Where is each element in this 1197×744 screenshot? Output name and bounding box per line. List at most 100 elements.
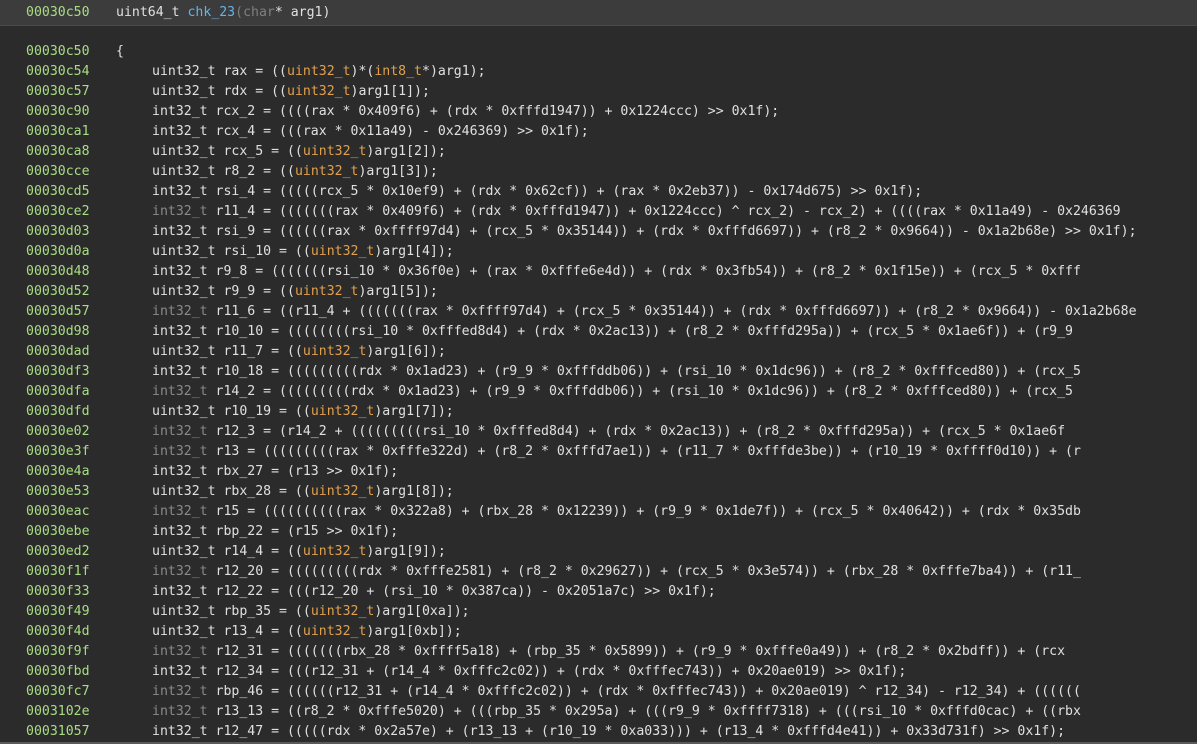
code-line[interactable]: 00030d48 int32_t r9_8 = (((((((rsi_10 * 0… — [0, 262, 1197, 282]
code-text[interactable]: int32_t r12_34 = (((r12_31 + (r14_4 * 0x… — [152, 662, 906, 682]
statement[interactable]: rbp_35 = ((uint32_t)arg1[0xa]); — [216, 604, 469, 619]
code-line[interactable]: 00030e4a int32_t rbx_27 = (r13 >> 0x1f); — [0, 462, 1197, 482]
statement[interactable]: r11_7 = ((uint32_t)arg1[6]); — [216, 344, 445, 359]
code-line[interactable]: 00030ed2 uint32_t r14_4 = ((uint32_t)arg1… — [0, 542, 1197, 562]
line-address[interactable]: 00030dfa — [26, 382, 90, 402]
line-address[interactable]: 00030ebe — [26, 522, 90, 542]
line-address[interactable]: 00030eac — [26, 502, 90, 522]
statement[interactable]: r12_31 = (((((((rbx_28 * 0xffff5a18) + (… — [208, 644, 1066, 659]
code-text[interactable]: int32_t rbp_46 = ((((((r12_31 + (r14_4 *… — [152, 682, 1081, 702]
code-text[interactable]: uint32_t r13_4 = ((uint32_t)arg1[0xb]); — [152, 622, 462, 642]
statement[interactable]: rdx = ((uint32_t)arg1[1]); — [216, 84, 429, 99]
code-text[interactable]: int32_t r9_8 = (((((((rsi_10 * 0x36f0e) … — [152, 262, 1081, 282]
code-text[interactable]: uint32_t r14_4 = ((uint32_t)arg1[9]); — [152, 542, 446, 562]
code-line[interactable]: 00030c90 int32_t rcx_2 = ((((rax * 0x409f… — [0, 102, 1197, 122]
code-line[interactable]: 00030f1f int32_t r12_20 = (((((((((rdx * … — [0, 562, 1197, 582]
code-line[interactable]: 00030f4d uint32_t r13_4 = ((uint32_t)arg1… — [0, 622, 1197, 642]
code-line[interactable]: 00030ca8 uint32_t rcx_5 = ((uint32_t)arg1… — [0, 142, 1197, 162]
code-line[interactable]: 00030dad uint32_t r11_7 = ((uint32_t)arg1… — [0, 342, 1197, 362]
line-address[interactable]: 00030ca1 — [26, 122, 90, 142]
code-line[interactable]: 00030c57 uint32_t rdx = ((uint32_t)arg1[1… — [0, 82, 1197, 102]
statement[interactable]: rcx_5 = ((uint32_t)arg1[2]); — [216, 144, 445, 159]
line-address[interactable]: 00030e3f — [26, 442, 90, 462]
code-line[interactable]: 00030fc7 int32_t rbp_46 = ((((((r12_31 + … — [0, 682, 1197, 702]
code-line[interactable]: 00030dfd uint32_t r10_19 = ((uint32_t)arg… — [0, 402, 1197, 422]
statement[interactable]: rsi_10 = ((uint32_t)arg1[4]); — [216, 244, 453, 259]
statement[interactable]: rcx_2 = ((((rax * 0x409f6) + (rdx * 0xff… — [208, 104, 780, 119]
code-line[interactable]: 00030c54 uint32_t rax = ((uint32_t)*(int8… — [0, 62, 1197, 82]
statement[interactable]: r12_22 = (((r12_20 + (rsi_10 * 0x387ca))… — [208, 584, 716, 599]
statement[interactable]: r10_18 = (((((((((rdx * 0x1ad23) + (r9_9… — [208, 364, 1081, 379]
statement[interactable]: r14_2 = (((((((((rdx * 0x1ad23) + (r9_9 … — [208, 384, 1073, 399]
line-address[interactable]: 00030c57 — [26, 82, 90, 102]
statement[interactable]: r10_19 = ((uint32_t)arg1[7]); — [216, 404, 453, 419]
line-address[interactable]: 00030ce2 — [26, 202, 90, 222]
code-text[interactable]: int32_t r11_6 = ((r11_4 + (((((((rax * 0… — [152, 302, 1137, 322]
code-line[interactable]: 00030c50 { — [0, 42, 1197, 62]
line-address[interactable]: 00030dad — [26, 342, 90, 362]
code-line[interactable]: 00030fbd int32_t r12_34 = (((r12_31 + (r1… — [0, 662, 1197, 682]
line-address[interactable]: 00030d48 — [26, 262, 90, 282]
statement[interactable]: r13_4 = ((uint32_t)arg1[0xb]); — [216, 624, 461, 639]
line-address[interactable]: 0003102e — [26, 702, 90, 722]
line-address[interactable]: 00030e02 — [26, 422, 90, 442]
code-line[interactable]: 00030cd5 int32_t rsi_4 = (((((rcx_5 * 0x1… — [0, 182, 1197, 202]
code-line[interactable]: 0003102e int32_t r13_13 = ((r8_2 * 0xfffe… — [0, 702, 1197, 722]
statement[interactable]: rbx_27 = (r13 >> 0x1f); — [208, 464, 399, 479]
code-text[interactable]: uint32_t r8_2 = ((uint32_t)arg1[3]); — [152, 162, 438, 182]
code-line[interactable]: 00030f33 int32_t r12_22 = (((r12_20 + (rs… — [0, 582, 1197, 602]
statement[interactable]: rbp_46 = ((((((r12_31 + (r14_4 * 0xfffc2… — [208, 684, 1081, 699]
code-line[interactable]: 00030e53 uint32_t rbx_28 = ((uint32_t)arg… — [0, 482, 1197, 502]
code-text[interactable]: int32_t r15 = ((((((((((rax * 0x322a8) +… — [152, 502, 1081, 522]
code-text[interactable]: int32_t r10_18 = (((((((((rdx * 0x1ad23)… — [152, 362, 1081, 382]
code-text[interactable]: int32_t r13 = (((((((((rax * 0xfffe322d)… — [152, 442, 1081, 462]
line-address[interactable]: 00030f1f — [26, 562, 90, 582]
code-text[interactable]: uint32_t r9_9 = ((uint32_t)arg1[5]); — [152, 282, 438, 302]
statement[interactable]: rsi_9 = ((((((rax * 0xffff97d4) + (rcx_5… — [208, 224, 1137, 239]
line-address[interactable]: 00030dfd — [26, 402, 90, 422]
code-text[interactable]: int32_t rsi_9 = ((((((rax * 0xffff97d4) … — [152, 222, 1137, 242]
code-text[interactable]: int32_t rcx_2 = ((((rax * 0x409f6) + (rd… — [152, 102, 779, 122]
line-address[interactable]: 00030d52 — [26, 282, 90, 302]
code-line[interactable]: 00030ebe int32_t rbp_22 = (r15 >> 0x1f); — [0, 522, 1197, 542]
code-text[interactable]: int32_t r12_3 = (r14_2 + (((((((((rsi_10… — [152, 422, 1065, 442]
statement[interactable]: rbp_22 = (r15 >> 0x1f); — [208, 524, 399, 539]
line-address[interactable]: 00030d0a — [26, 242, 90, 262]
statement[interactable]: r13 = (((((((((rax * 0xfffe322d) + (r8_2… — [208, 444, 1081, 459]
statement[interactable]: r10_10 = ((((((((rsi_10 * 0xfffed8d4) + … — [208, 324, 1073, 339]
code-text[interactable]: uint32_t rbp_35 = ((uint32_t)arg1[0xa]); — [152, 602, 470, 622]
line-address[interactable]: 00030ed2 — [26, 542, 90, 562]
code-line[interactable]: 00030e02 int32_t r12_3 = (r14_2 + (((((((… — [0, 422, 1197, 442]
code-text[interactable]: int32_t r10_10 = ((((((((rsi_10 * 0xfffe… — [152, 322, 1073, 342]
code-line[interactable]: 00030cce uint32_t r8_2 = ((uint32_t)arg1[… — [0, 162, 1197, 182]
line-address[interactable]: 00030fbd — [26, 662, 90, 682]
statement[interactable]: r12_20 = (((((((((rdx * 0xfffe2581) + (r… — [208, 564, 1081, 579]
code-text[interactable]: int32_t r12_20 = (((((((((rdx * 0xfffe25… — [152, 562, 1081, 582]
code-line[interactable]: 00030eac int32_t r15 = ((((((((((rax * 0x… — [0, 502, 1197, 522]
line-address[interactable]: 00030c54 — [26, 62, 90, 82]
code-line[interactable]: 00030ca1 int32_t rcx_4 = (((rax * 0x11a49… — [0, 122, 1197, 142]
code-text[interactable]: uint32_t r10_19 = ((uint32_t)arg1[7]); — [152, 402, 454, 422]
code-text[interactable]: { — [116, 42, 124, 62]
code-line[interactable]: 00030dfa int32_t r14_2 = (((((((((rdx * 0… — [0, 382, 1197, 402]
statement[interactable]: r12_47 = (((((rdx * 0x2a57e) + (r13_13 +… — [208, 724, 1066, 739]
line-address[interactable]: 00030c90 — [26, 102, 90, 122]
code-line[interactable]: 00030d03 int32_t rsi_9 = ((((((rax * 0xff… — [0, 222, 1197, 242]
line-address[interactable]: 00030ca8 — [26, 142, 90, 162]
line-address[interactable]: 00030f9f — [26, 642, 90, 662]
statement[interactable]: r13_13 = ((r8_2 * 0xfffe5020) + (((rbp_3… — [208, 704, 1081, 719]
code-text[interactable]: uint32_t rdx = ((uint32_t)arg1[1]); — [152, 82, 430, 102]
code-text[interactable]: int32_t rbx_27 = (r13 >> 0x1f); — [152, 462, 398, 482]
decompiled-code-listing[interactable]: 00030c50 {00030c54 uint32_t rax = ((uint32… — [0, 42, 1197, 742]
statement[interactable]: rcx_4 = (((rax * 0x11a49) - 0x246369) >>… — [208, 124, 589, 139]
code-line[interactable]: 00030f9f int32_t r12_31 = (((((((rbx_28 *… — [0, 642, 1197, 662]
code-text[interactable]: int32_t r12_22 = (((r12_20 + (rsi_10 * 0… — [152, 582, 716, 602]
code-text[interactable]: int32_t r13_13 = ((r8_2 * 0xfffe5020) + … — [152, 702, 1081, 722]
header-address[interactable]: 00030c50 — [26, 5, 90, 20]
code-text[interactable]: int32_t r12_31 = (((((((rbx_28 * 0xffff5… — [152, 642, 1065, 662]
line-address[interactable]: 00030e4a — [26, 462, 90, 482]
statement[interactable]: r12_3 = (r14_2 + (((((((((rsi_10 * 0xfff… — [208, 424, 1066, 439]
code-text[interactable]: uint32_t rsi_10 = ((uint32_t)arg1[4]); — [152, 242, 454, 262]
statement[interactable]: r12_34 = (((r12_31 + (r14_4 * 0xfffc2c02… — [208, 664, 907, 679]
code-text[interactable]: uint32_t r11_7 = ((uint32_t)arg1[6]); — [152, 342, 446, 362]
